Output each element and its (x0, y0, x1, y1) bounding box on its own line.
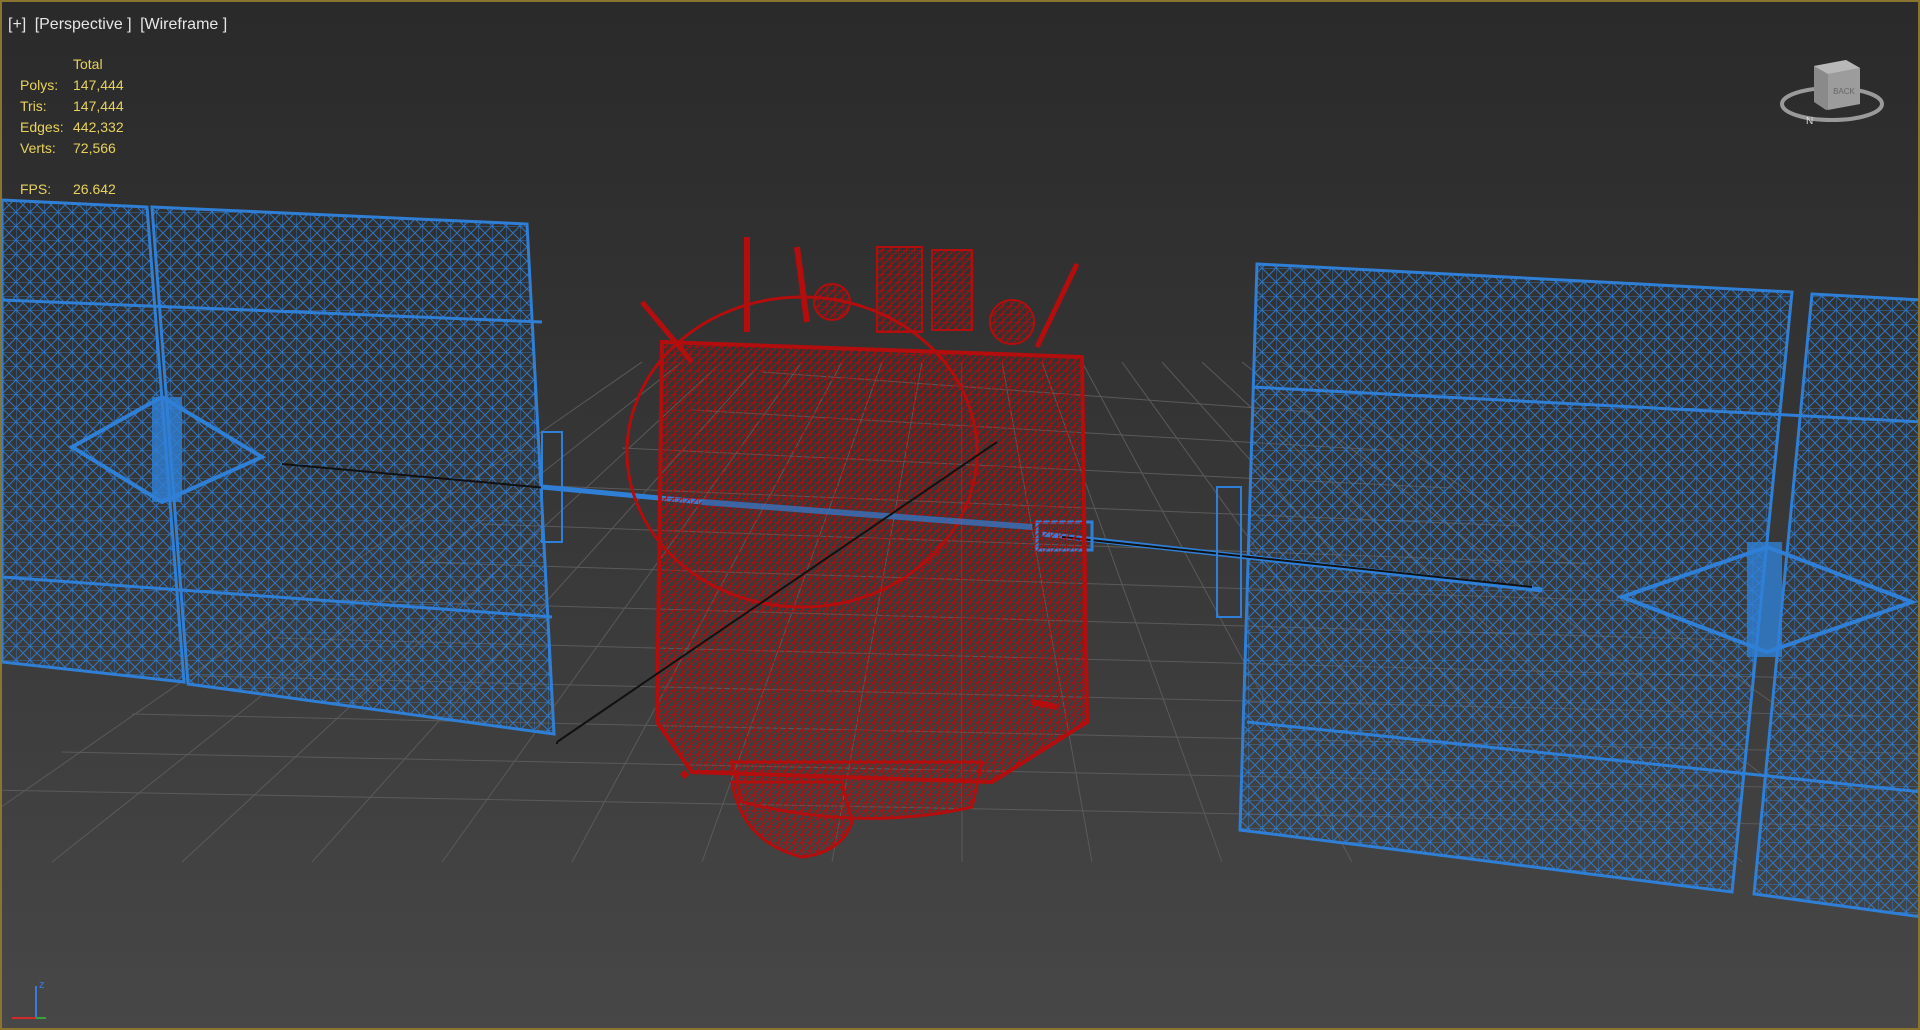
verts-label: Verts: (20, 140, 56, 156)
stats-header: Total (73, 56, 103, 72)
perspective-viewport[interactable]: [+] [Perspective ] [Wireframe ] Total Po… (0, 0, 1920, 1030)
scene-statistics: Total Polys: 147,444 Tris: 147,444 Edges: 4… (20, 54, 124, 200)
axis-tripod-icon: z (6, 974, 54, 1024)
tris-label: Tris: (20, 98, 47, 114)
viewcube[interactable]: BACK N (1776, 52, 1888, 132)
view-type-menu[interactable]: [Perspective ] (35, 16, 132, 33)
viewcube-face-label: BACK (1833, 87, 1855, 96)
left-solar-array[interactable] (2, 198, 556, 736)
axis-z-label: z (39, 979, 45, 991)
viewcube-icon[interactable]: BACK N (1776, 52, 1888, 132)
right-solar-array[interactable] (1238, 262, 1920, 918)
fps-label: FPS: (20, 181, 52, 197)
scene-canvas[interactable] (2, 2, 1920, 1030)
polys-value: 147,444 (73, 77, 124, 93)
shading-mode-menu[interactable]: [Wireframe ] (140, 16, 227, 33)
polys-label: Polys: (20, 77, 59, 93)
edges-label: Edges: (20, 119, 64, 135)
svg-text:N: N (1806, 116, 1813, 127)
edges-value: 442,332 (73, 119, 124, 135)
tris-value: 147,444 (73, 98, 124, 114)
fps-value: 26.642 (73, 181, 116, 197)
verts-value: 72,566 (73, 140, 116, 156)
satellite-body[interactable] (625, 237, 1090, 859)
viewport-label: [+] [Perspective ] [Wireframe ] (8, 16, 231, 34)
viewport-menu-button[interactable]: [+] (8, 16, 26, 33)
